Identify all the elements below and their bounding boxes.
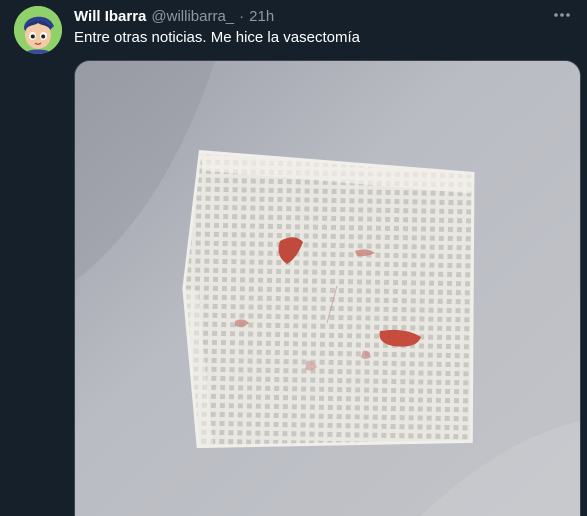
user-handle[interactable]: @willibarra_ <box>151 8 234 25</box>
separator: · <box>239 7 245 25</box>
cartoon-avatar-icon <box>14 6 62 54</box>
display-name[interactable]: Will Ibarra <box>74 8 146 25</box>
avatar[interactable] <box>14 6 62 54</box>
photo-gauze-image <box>75 61 580 516</box>
more-horizontal-icon <box>554 13 570 17</box>
tweet-header: Will Ibarra @willibarra_ · 21h <box>74 7 274 25</box>
timestamp[interactable]: 21h <box>249 8 274 25</box>
tweet-text: Entre otras noticias. Me hice la vasecto… <box>74 29 360 46</box>
tweet[interactable]: Will Ibarra @willibarra_ · 21h Entre otr… <box>0 0 587 516</box>
more-button[interactable] <box>551 4 573 26</box>
tweet-media-photo[interactable] <box>74 60 581 516</box>
